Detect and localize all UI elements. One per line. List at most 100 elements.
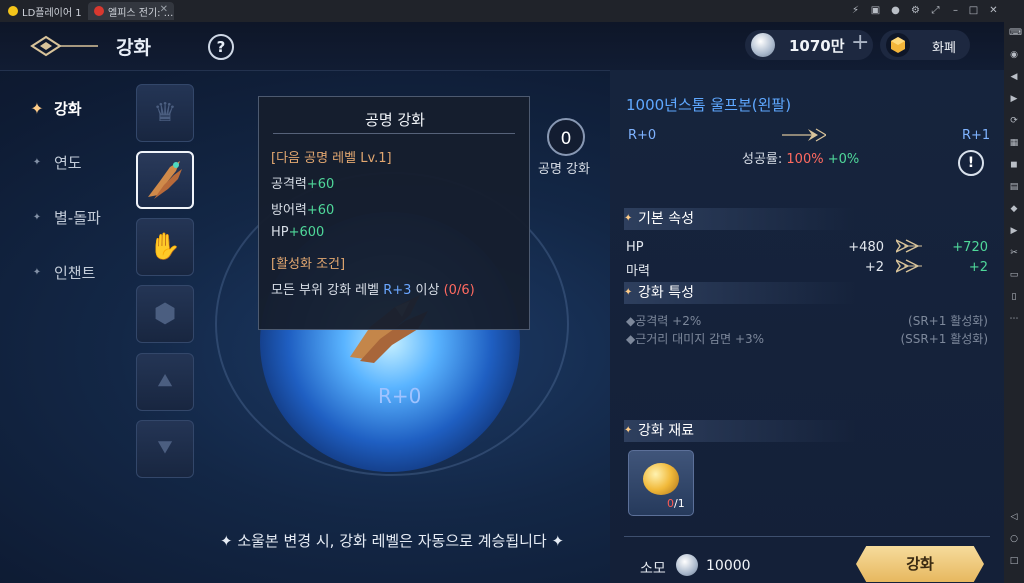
file-icon[interactable]: ▯ xyxy=(1009,292,1019,302)
folder-icon[interactable]: ▭ xyxy=(1009,270,1019,280)
equip-slot-chest[interactable]: ⬢ xyxy=(136,285,194,343)
back-arrow-icon[interactable] xyxy=(30,34,100,58)
success-rate: 성공률: 100% +0% xyxy=(742,152,860,167)
menu-label: 인챈트 xyxy=(54,264,96,282)
equip-slot-left-arm[interactable] xyxy=(136,151,194,209)
resonance-tooltip: 공명 강화 [다음 공명 레벨 Lv.1] 공격력+60 방어력+60 HP+6… xyxy=(258,96,530,330)
menu-label: 강화 xyxy=(54,100,82,118)
maximize-icon[interactable]: □ xyxy=(968,5,979,16)
rank-arrow-icon xyxy=(782,128,826,142)
rank-label: R+0 xyxy=(378,384,422,408)
silver-coin-icon xyxy=(676,554,698,576)
menu-enchant[interactable]: ✦ 인챈트 xyxy=(30,262,96,283)
helmet-icon: ♛ xyxy=(153,98,177,128)
emulator-title-bar: LD플레이어 1 엘피스 전기: ... ✕ ⚡ ▣ ● ⚙ ⤢ – □ ✕ xyxy=(0,0,1024,22)
info-warning-icon[interactable]: ! xyxy=(958,150,984,176)
rank-to: R+1 xyxy=(962,128,991,143)
keyboard-icon[interactable]: ⌨ xyxy=(1009,28,1022,38)
tab-ldplayer[interactable]: LD플레이어 1 xyxy=(2,2,84,20)
trait-row: ◆공격력 +2% (SR+1 활성화) xyxy=(626,314,988,328)
sync-icon[interactable]: ⟳ xyxy=(1009,116,1019,126)
menu-label: 별-돌파 xyxy=(54,209,101,227)
user-icon[interactable]: ● xyxy=(890,5,901,16)
settings-icon[interactable]: ⚙ xyxy=(910,5,921,16)
trait-row: ◆근거리 대미지 감면 +3% (SSR+1 활성화) xyxy=(626,332,988,346)
equip-slot-foot[interactable]: ⯆ xyxy=(136,420,194,478)
star-icon: ✦ xyxy=(32,157,42,168)
resonance-level-badge[interactable]: 0 xyxy=(547,118,585,156)
inherit-notice: ✦ 소울본 변경 시, 강화 레벨은 자동으로 계승됩니다 ✦ xyxy=(220,532,565,550)
resonance-label: 공명 강화 xyxy=(538,162,590,177)
section-enhance-traits: 강화 특성 xyxy=(624,282,856,304)
stat-arrow-icon xyxy=(896,259,922,273)
menu-label: 연도 xyxy=(54,154,82,172)
cost-value: 10000 xyxy=(706,558,751,574)
tooltip-next-level: [다음 공명 레벨 Lv.1] xyxy=(271,151,392,166)
section-materials: 강화 재료 xyxy=(624,420,856,442)
tooltip-title: 공명 강화 xyxy=(365,111,425,129)
expand-icon[interactable]: ⤢ xyxy=(930,5,941,16)
material-slot[interactable]: 0/1 xyxy=(628,450,694,516)
equip-slot-helmet[interactable]: ♛ xyxy=(136,84,194,142)
tooltip-stat-hp: HP+600 xyxy=(271,225,325,240)
menu-enhance[interactable]: ✦ 강화 xyxy=(30,98,82,119)
section-base-attributes: 기본 속성 xyxy=(624,208,856,230)
cost-label: 소모 xyxy=(640,561,666,577)
tooltip-condition: 모든 부위 강화 레벨 R+3 이상 (0/6) xyxy=(271,283,475,298)
stat-row-mana: 마력 +2 +2 xyxy=(626,259,988,279)
material-count: 0/1 xyxy=(667,497,685,510)
help-icon[interactable]: ? xyxy=(208,34,234,60)
screenshot-icon[interactable]: ▦ xyxy=(1009,138,1019,148)
game-header: 강화 ? 1070만 + 화폐 xyxy=(0,22,1004,71)
tooltip-stat-attack: 공격력+60 xyxy=(271,177,335,192)
video-icon[interactable]: ▶ xyxy=(1009,226,1019,236)
currency-display: 1070만 + xyxy=(745,30,873,60)
item-name: 1000년스톰 울프본(왼팔) xyxy=(626,96,792,114)
gold-cube-icon xyxy=(886,33,910,57)
emulator-side-toolbar: ⌨ ◉ ◀ ▶ ⟳ ▦ ◼ ▤ ◆ ▶ ✂ ▭ ▯ ⋯ ◁ ○ □ xyxy=(1004,22,1024,583)
game-screen: 강화 ? 1070만 + 화폐 ✦ 강화 ✦ 연도 ✦ 별-돌파 ✦ 인챈트 ♛ xyxy=(0,22,1004,583)
wallet-label: 화폐 xyxy=(932,41,956,56)
stat-row-hp: HP +480 +720 xyxy=(626,239,988,255)
close-tab-icon[interactable]: ✕ xyxy=(160,4,168,15)
chest-icon: ⬢ xyxy=(153,299,177,329)
back-arrow-icon[interactable]: ◀ xyxy=(1009,72,1019,82)
tooltip-condition-head: [활성화 조건] xyxy=(271,257,346,272)
equip-slot-leg[interactable]: ⯅ xyxy=(136,353,194,411)
volume-icon[interactable]: ◉ xyxy=(1009,50,1019,60)
menu-refine[interactable]: ✦ 연도 xyxy=(30,152,82,173)
home-nav-icon[interactable]: ○ xyxy=(1009,534,1019,544)
lightning-icon[interactable]: ⚡ xyxy=(850,5,861,16)
wallet-button[interactable]: 화폐 xyxy=(880,30,970,60)
gamepad-side-icon[interactable]: ◆ xyxy=(1009,204,1019,214)
star-icon: ✦ xyxy=(32,212,42,223)
tooltip-divider xyxy=(273,133,515,134)
gold-orb-icon xyxy=(643,463,679,495)
silver-coin-icon xyxy=(751,33,775,57)
minimize-icon[interactable]: – xyxy=(950,5,961,16)
arm-icon: ✋ xyxy=(148,232,182,262)
forward-arrow-icon[interactable]: ▶ xyxy=(1009,94,1019,104)
leg-icon: ⯅ xyxy=(154,366,176,397)
more-icon[interactable]: ⋯ xyxy=(1009,314,1019,324)
rank-from: R+0 xyxy=(628,128,657,143)
back-nav-icon[interactable]: ◁ xyxy=(1009,512,1019,522)
equip-slot-right-arm[interactable]: ✋ xyxy=(136,218,194,276)
record-icon[interactable]: ◼ xyxy=(1009,160,1019,170)
currency-amount: 1070만 xyxy=(789,37,845,55)
claw-arm-icon xyxy=(148,161,182,199)
scissors-icon[interactable]: ✂ xyxy=(1009,248,1019,258)
add-currency-button[interactable]: + xyxy=(851,30,869,55)
stat-arrow-icon xyxy=(896,239,922,253)
enhance-button[interactable]: 강화 xyxy=(856,546,984,582)
divider xyxy=(624,536,990,537)
apk-icon[interactable]: ▤ xyxy=(1009,182,1019,192)
gamepad-icon[interactable]: ▣ xyxy=(870,5,881,16)
menu-star-break[interactable]: ✦ 별-돌파 xyxy=(30,207,101,228)
recent-nav-icon[interactable]: □ xyxy=(1009,556,1019,566)
close-window-icon[interactable]: ✕ xyxy=(988,5,999,16)
tab-game[interactable]: 엘피스 전기: ... ✕ xyxy=(88,2,174,20)
game-icon xyxy=(94,6,104,16)
star-icon: ✦ xyxy=(32,267,42,278)
enhance-panel: 1000년스톰 울프본(왼팔) R+0 R+1 성공률: 100% +0% ! … xyxy=(610,70,1004,583)
